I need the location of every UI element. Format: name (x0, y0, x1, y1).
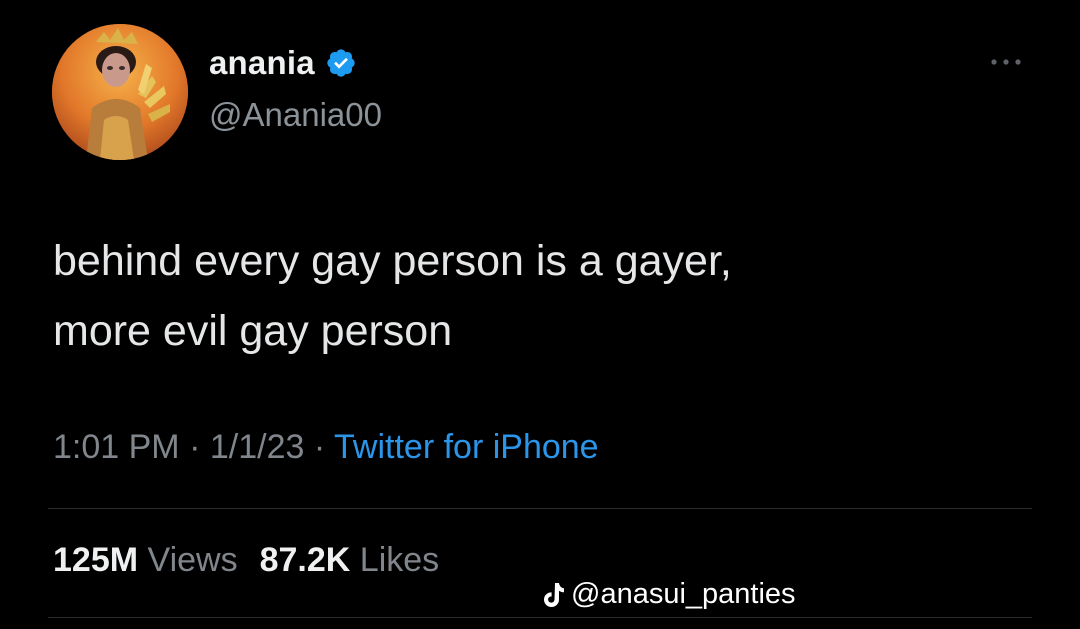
tweet-stats: 125M Views 87.2K Likes (53, 541, 439, 580)
views-count: 125M (53, 541, 139, 579)
likes-stat[interactable]: 87.2K Likes (260, 541, 440, 579)
avatar[interactable] (52, 24, 188, 160)
views-stat[interactable]: 125M Views (53, 541, 238, 579)
tweet-date[interactable]: 1/1/23 (210, 428, 305, 466)
tweet-source-link[interactable]: Twitter for iPhone (334, 428, 599, 466)
watermark: @anasui_panties (541, 578, 796, 611)
divider (48, 508, 1032, 509)
tweet-text-line: more evil gay person (53, 307, 453, 355)
verified-badge-icon (327, 49, 355, 77)
likes-label: Likes (359, 541, 440, 579)
meta-separator: · (313, 428, 326, 466)
tweet-card: anania @Anania00 behind every gay person… (0, 0, 1080, 629)
author-handle[interactable]: @Anania00 (209, 96, 382, 134)
author-display-name[interactable]: anania (209, 44, 315, 82)
tiktok-icon (544, 582, 564, 607)
tweet-time[interactable]: 1:01 PM (53, 428, 180, 466)
likes-count: 87.2K (259, 541, 351, 579)
author-name-row: anania (209, 44, 357, 82)
more-options-icon[interactable] (986, 52, 1026, 72)
tweet-meta: 1:01 PM · 1/1/23 · Twitter for iPhone (53, 428, 599, 467)
tweet-text: behind every gay person is a gayer, more… (53, 226, 1033, 366)
views-label: Views (147, 541, 238, 579)
meta-separator: · (189, 428, 201, 466)
avatar-image (52, 24, 188, 160)
watermark-text: @anasui_panties (571, 578, 796, 610)
tweet-text-line: behind every gay person is a gayer, (53, 237, 732, 285)
divider (48, 617, 1032, 618)
